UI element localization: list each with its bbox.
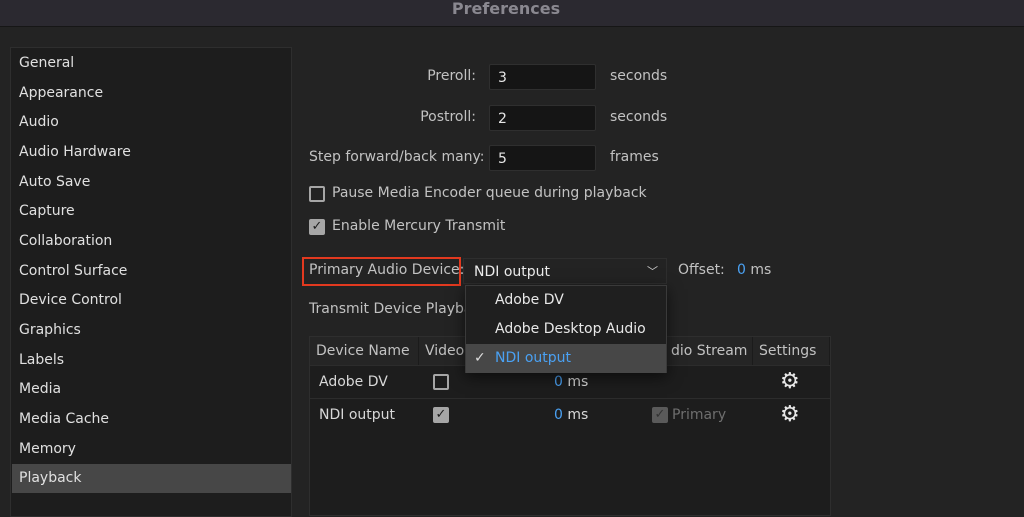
primary-audio-checkbox[interactable]: ✓ bbox=[652, 407, 668, 423]
table-row: NDI output ✓ 0 ms ✓ Primary ⚙ bbox=[310, 398, 830, 431]
chevron-down-icon: ﹀ bbox=[647, 265, 658, 278]
sidebar-item-appearance[interactable]: Appearance bbox=[12, 79, 291, 108]
primary-audio-value: NDI output bbox=[474, 264, 551, 280]
gear-icon[interactable]: ⚙ bbox=[780, 404, 800, 426]
mercury-transmit-label: Enable Mercury Transmit bbox=[332, 218, 506, 234]
preroll-unit: seconds bbox=[610, 68, 668, 84]
offset-unit: ms bbox=[567, 407, 589, 423]
header-settings: Settings bbox=[753, 337, 830, 365]
sidebar-item-media[interactable]: Media bbox=[12, 375, 291, 404]
offset-number[interactable]: 0 bbox=[554, 374, 563, 390]
offset-unit: ms bbox=[567, 374, 589, 390]
menu-item-adobe-dv[interactable]: Adobe DV bbox=[466, 286, 666, 315]
menu-item-ndi-output[interactable]: ✓ NDI output bbox=[466, 344, 666, 373]
preroll-label: Preroll: bbox=[427, 68, 476, 84]
postroll-unit: seconds bbox=[610, 109, 668, 125]
sidebar-item-general[interactable]: General bbox=[12, 49, 291, 78]
sidebar-item-control-surface[interactable]: Control Surface bbox=[12, 257, 291, 286]
step-label: Step forward/back many: bbox=[309, 149, 485, 165]
menu-item-adobe-desktop-audio[interactable]: Adobe Desktop Audio bbox=[466, 315, 666, 344]
offset-value[interactable]: 0 ms bbox=[737, 262, 771, 278]
audio-stream-label: Primary bbox=[672, 407, 727, 423]
sidebar-item-playback[interactable]: Playback bbox=[12, 464, 291, 493]
video-checkbox[interactable]: ✓ bbox=[433, 407, 449, 423]
sidebar-item-device-control[interactable]: Device Control bbox=[12, 286, 291, 315]
offset-number[interactable]: 0 bbox=[554, 407, 563, 423]
sidebar-item-collaboration[interactable]: Collaboration bbox=[12, 227, 291, 256]
offset-number[interactable]: 0 bbox=[737, 262, 746, 278]
pause-encoder-label: Pause Media Encoder queue during playbac… bbox=[332, 185, 647, 201]
primary-audio-label: Primary Audio Device: bbox=[309, 262, 465, 278]
sidebar-item-audio-hardware[interactable]: Audio Hardware bbox=[12, 138, 291, 167]
postroll-input[interactable]: 2 bbox=[489, 105, 596, 131]
mercury-transmit-checkbox[interactable]: ✓ bbox=[309, 219, 325, 235]
title-bar: Preferences bbox=[0, 0, 1024, 27]
device-name: NDI output bbox=[319, 407, 396, 423]
gear-icon[interactable]: ⚙ bbox=[780, 371, 800, 393]
sidebar-item-media-cache[interactable]: Media Cache bbox=[12, 405, 291, 434]
checkmark-icon: ✓ bbox=[474, 350, 486, 366]
primary-audio-dropdown-menu: Adobe DV Adobe Desktop Audio ✓ NDI output bbox=[465, 285, 667, 373]
video-checkbox[interactable] bbox=[433, 374, 449, 390]
postroll-label: Postroll: bbox=[420, 109, 476, 125]
step-unit: frames bbox=[610, 149, 659, 165]
transmit-device-label: Transmit Device Playba bbox=[309, 301, 473, 317]
sidebar-item-capture[interactable]: Capture bbox=[12, 197, 291, 226]
window-title: Preferences bbox=[451, 0, 561, 18]
device-name: Adobe DV bbox=[319, 374, 388, 390]
sidebar-item-labels[interactable]: Labels bbox=[12, 346, 291, 375]
sidebar-item-graphics[interactable]: Graphics bbox=[12, 316, 291, 345]
menu-item-label: NDI output bbox=[495, 350, 572, 366]
sidebar-item-auto-save[interactable]: Auto Save bbox=[12, 168, 291, 197]
device-offset[interactable]: 0 ms bbox=[554, 399, 588, 432]
sidebar-item-memory[interactable]: Memory bbox=[12, 435, 291, 464]
preferences-sidebar: General Appearance Audio Audio Hardware … bbox=[10, 47, 292, 517]
sidebar-item-audio[interactable]: Audio bbox=[12, 108, 291, 137]
primary-audio-select[interactable]: NDI output ﹀ bbox=[463, 258, 667, 284]
step-input[interactable]: 5 bbox=[489, 145, 596, 171]
offset-unit: ms bbox=[750, 262, 772, 278]
preroll-input[interactable]: 3 bbox=[489, 64, 596, 90]
offset-label: Offset: bbox=[678, 262, 725, 278]
header-device-name: Device Name bbox=[310, 337, 419, 365]
pause-encoder-checkbox[interactable] bbox=[309, 186, 325, 202]
